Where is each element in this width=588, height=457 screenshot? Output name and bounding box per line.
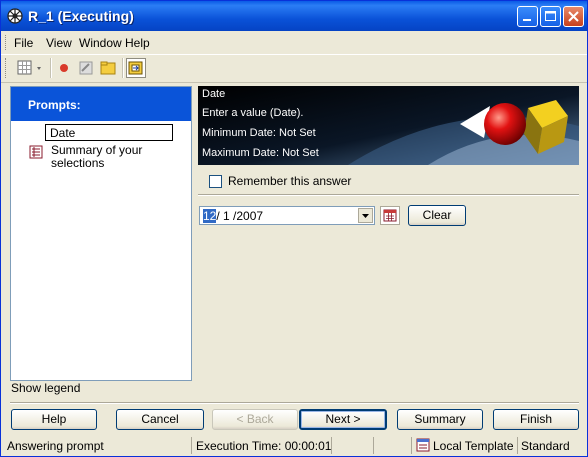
back-button[interactable]: < Back xyxy=(212,409,298,430)
record-button[interactable] xyxy=(54,58,74,78)
app-icon xyxy=(7,8,23,24)
show-legend-link[interactable]: Show legend xyxy=(11,381,80,395)
export-button[interactable] xyxy=(126,58,146,78)
maximize-icon xyxy=(545,11,556,21)
toolbar xyxy=(1,54,587,83)
title-bar: R_1 (Executing) xyxy=(1,1,587,31)
status-pane-empty xyxy=(373,437,411,454)
footer-divider xyxy=(10,402,579,404)
clear-button[interactable] xyxy=(76,58,96,78)
chevron-down-icon xyxy=(362,214,369,218)
toolbar-separator xyxy=(50,58,52,78)
prompt-max-date: Maximum Date: Not Set xyxy=(202,147,319,159)
calendar-icon xyxy=(383,209,397,222)
prompt-title: Date xyxy=(202,88,226,100)
status-time-pane: Execution Time: 00:00:01 xyxy=(191,437,331,454)
close-button[interactable] xyxy=(563,6,584,27)
app-window: R_1 (Executing) File View Window Help Pr… xyxy=(0,0,588,457)
status-template-pane: Local Template xyxy=(411,437,517,454)
minimize-button[interactable] xyxy=(517,6,538,27)
prompt-banner: Date Enter a value (Date). Minimum Date:… xyxy=(198,86,579,165)
status-mode: Standard xyxy=(521,439,570,453)
summary-button[interactable]: Summary xyxy=(397,409,483,430)
date-dropdown-button[interactable] xyxy=(358,208,373,223)
window-title: R_1 (Executing) xyxy=(28,8,134,24)
toolbar-grip xyxy=(5,58,9,78)
prompt-item-summary[interactable]: Summary of your selections xyxy=(51,144,171,170)
prompts-header-label: Prompts: xyxy=(28,98,81,112)
clear-date-button[interactable]: Clear xyxy=(408,205,466,226)
prompts-panel: Prompts: Date Summary of your selections xyxy=(10,86,192,381)
menu-bar: File View Window Help xyxy=(1,32,587,53)
status-message-pane: Answering prompt xyxy=(1,437,191,454)
record-icon xyxy=(60,64,68,72)
prompt-item-date[interactable]: Date xyxy=(45,124,173,141)
remember-checkbox[interactable] xyxy=(209,175,222,188)
prompt-item-label: Date xyxy=(50,126,76,140)
grid-view-icon xyxy=(17,60,41,75)
status-bar: Answering prompt Execution Time: 00:00:0… xyxy=(1,435,587,456)
minimize-icon xyxy=(523,19,531,21)
date-value-rest: / 1 /2007 xyxy=(216,209,264,223)
export-icon xyxy=(128,61,143,75)
toolbar-separator xyxy=(122,58,124,78)
divider xyxy=(198,194,579,196)
next-button[interactable]: Next > xyxy=(299,409,387,430)
date-value: 12/ 1 /2007 xyxy=(203,209,263,223)
maximize-button[interactable] xyxy=(540,6,561,27)
status-message: Answering prompt xyxy=(7,439,104,453)
finish-button[interactable]: Finish xyxy=(493,409,579,430)
menu-window[interactable]: Window xyxy=(79,36,122,50)
close-icon xyxy=(568,11,579,22)
template-label: Local Template xyxy=(433,439,514,453)
summary-icon xyxy=(29,145,43,159)
prompt-min-date: Minimum Date: Not Set xyxy=(202,127,316,139)
clear-icon xyxy=(79,61,93,75)
status-pane-empty xyxy=(331,437,373,454)
cancel-button[interactable]: Cancel xyxy=(116,409,204,430)
template-icon xyxy=(416,438,430,452)
help-button[interactable]: Help xyxy=(11,409,97,430)
prompt-instruction: Enter a value (Date). xyxy=(202,107,304,119)
grid-view-button[interactable] xyxy=(15,58,45,78)
remember-label: Remember this answer xyxy=(228,174,352,188)
folder-button[interactable] xyxy=(98,58,118,78)
date-month-selected: 12 xyxy=(203,209,217,223)
status-mode-pane: Standard xyxy=(517,437,587,454)
calendar-button[interactable] xyxy=(380,206,400,225)
menu-file[interactable]: File xyxy=(14,36,33,50)
menu-grip xyxy=(5,35,9,50)
execution-time: Execution Time: 00:00:01 xyxy=(196,439,332,453)
prompts-header: Prompts: xyxy=(11,87,191,121)
date-input[interactable]: 12/ 1 /2007 xyxy=(199,206,375,225)
folder-icon xyxy=(100,61,116,75)
menu-help[interactable]: Help xyxy=(125,36,150,50)
menu-view[interactable]: View xyxy=(46,36,72,50)
